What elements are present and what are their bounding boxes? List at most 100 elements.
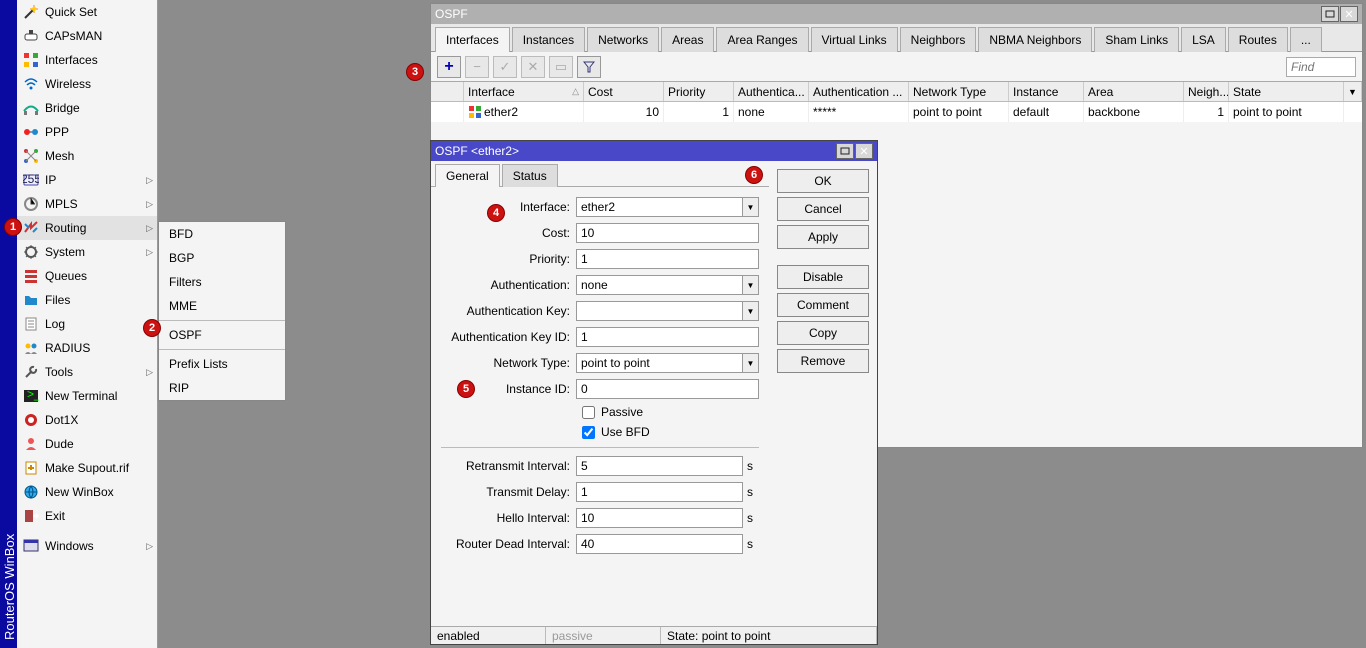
sidebar-item-system[interactable]: System▷: [17, 240, 157, 264]
cost-field[interactable]: [576, 223, 759, 243]
dialog-titlebar[interactable]: OSPF <ether2> ✕: [431, 141, 877, 161]
minimize-button[interactable]: [836, 143, 854, 159]
sidebar-item-routing[interactable]: Routing▷: [17, 216, 157, 240]
nettype-dropdown[interactable]: ▼: [743, 353, 759, 373]
sidebar-item-queues[interactable]: Queues: [17, 264, 157, 288]
submenu-item-bgp[interactable]: BGP: [159, 246, 285, 270]
priority-field[interactable]: [576, 249, 759, 269]
table-row[interactable]: ether2 10 1 none ***** point to point de…: [431, 102, 1362, 122]
authkey-field[interactable]: [576, 301, 743, 321]
comment-button[interactable]: ▭: [549, 56, 573, 78]
comment-button[interactable]: Comment: [777, 293, 869, 317]
tab-networks[interactable]: Networks: [587, 27, 659, 52]
dead-field[interactable]: [576, 534, 743, 554]
interface-dropdown[interactable]: ▼: [743, 197, 759, 217]
sidebar-item-windows[interactable]: Windows ▷: [17, 534, 157, 558]
tab-neighbors[interactable]: Neighbors: [900, 27, 977, 52]
grid-header[interactable]: Interface △CostPriorityAuthentica...Auth…: [431, 82, 1362, 102]
tab-routes[interactable]: Routes: [1228, 27, 1288, 52]
tab-areas[interactable]: Areas: [661, 27, 714, 52]
disable-button[interactable]: Disable: [777, 265, 869, 289]
sidebar-item-ip[interactable]: 255IP▷: [17, 168, 157, 192]
cap-icon: [23, 28, 39, 44]
interface-field[interactable]: [576, 197, 743, 217]
sidebar-item-new-terminal[interactable]: >_New Terminal: [17, 384, 157, 408]
authkey-dropdown[interactable]: ▼: [743, 301, 759, 321]
sidebar-item-dude[interactable]: Dude: [17, 432, 157, 456]
copy-button[interactable]: Copy: [777, 321, 869, 345]
sidebar-label: RADIUS: [45, 341, 90, 355]
hello-field[interactable]: [576, 508, 743, 528]
col-authentication-[interactable]: Authentication ...: [809, 82, 909, 101]
sidebar-item-log[interactable]: Log: [17, 312, 157, 336]
cancel-button[interactable]: Cancel: [777, 197, 869, 221]
tab-area-ranges[interactable]: Area Ranges: [716, 27, 808, 52]
sidebar-item-radius[interactable]: RADIUS: [17, 336, 157, 360]
transdelay-field[interactable]: [576, 482, 743, 502]
find-input[interactable]: [1286, 57, 1356, 77]
tab-sham-links[interactable]: Sham Links: [1094, 27, 1179, 52]
passive-checkbox[interactable]: [582, 406, 595, 419]
add-button[interactable]: +: [437, 56, 461, 78]
col-interface[interactable]: Interface △: [464, 82, 584, 101]
ok-button[interactable]: OK: [777, 169, 869, 193]
filter-button[interactable]: [577, 56, 601, 78]
sidebar-item-make-supout-rif[interactable]: Make Supout.rif: [17, 456, 157, 480]
col-network-type[interactable]: Network Type: [909, 82, 1009, 101]
submenu-item-prefix-lists[interactable]: Prefix Lists: [159, 352, 285, 376]
sidebar-item-bridge[interactable]: Bridge: [17, 96, 157, 120]
tab-interfaces[interactable]: Interfaces: [435, 27, 510, 52]
col-priority[interactable]: Priority: [664, 82, 734, 101]
col-cost[interactable]: Cost: [584, 82, 664, 101]
nettype-field[interactable]: [576, 353, 743, 373]
apply-button[interactable]: Apply: [777, 225, 869, 249]
sidebar-item-quick-set[interactable]: Quick Set: [17, 0, 157, 24]
submenu-item-bfd[interactable]: BFD: [159, 222, 285, 246]
col-state[interactable]: State: [1229, 82, 1344, 101]
submenu-item-rip[interactable]: RIP: [159, 376, 285, 400]
col-instance[interactable]: Instance: [1009, 82, 1084, 101]
close-button[interactable]: ✕: [855, 143, 873, 159]
enable-button[interactable]: ✓: [493, 56, 517, 78]
dialog-tab-status[interactable]: Status: [502, 164, 558, 187]
close-button[interactable]: ✕: [1340, 6, 1358, 22]
tab-nbma-neighbors[interactable]: NBMA Neighbors: [978, 27, 1092, 52]
sidebar-item-dot1x[interactable]: Dot1X: [17, 408, 157, 432]
col-area[interactable]: Area: [1084, 82, 1184, 101]
usebfd-checkbox[interactable]: [582, 426, 595, 439]
sidebar-item-files[interactable]: Files: [17, 288, 157, 312]
tab-lsa[interactable]: LSA: [1181, 27, 1226, 52]
submenu-item-mme[interactable]: MME: [159, 294, 285, 318]
sidebar-item-capsman[interactable]: CAPsMAN: [17, 24, 157, 48]
col-neigh-[interactable]: Neigh...: [1184, 82, 1229, 101]
sidebar-label: Dot1X: [45, 413, 78, 427]
col-menu[interactable]: ▼: [1344, 82, 1362, 101]
disable-button[interactable]: ✕: [521, 56, 545, 78]
instanceid-field[interactable]: [576, 379, 759, 399]
authkeyid-field[interactable]: [576, 327, 759, 347]
remove-button[interactable]: −: [465, 56, 489, 78]
retransmit-field[interactable]: [576, 456, 743, 476]
minimize-button[interactable]: [1321, 6, 1339, 22]
remove-button[interactable]: Remove: [777, 349, 869, 373]
tab--[interactable]: ...: [1290, 27, 1322, 52]
log-icon: [23, 316, 39, 332]
tab-virtual-links[interactable]: Virtual Links: [811, 27, 898, 52]
sidebar-item-wireless[interactable]: Wireless: [17, 72, 157, 96]
auth-field[interactable]: [576, 275, 743, 295]
submenu-item-filters[interactable]: Filters: [159, 270, 285, 294]
tab-instances[interactable]: Instances: [512, 27, 585, 52]
dialog-tab-general[interactable]: General: [435, 164, 500, 187]
auth-dropdown[interactable]: ▼: [743, 275, 759, 295]
sidebar-item-new-winbox[interactable]: New WinBox: [17, 480, 157, 504]
sidebar-label: Dude: [45, 437, 74, 451]
sidebar-item-ppp[interactable]: PPP: [17, 120, 157, 144]
sidebar-item-tools[interactable]: Tools▷: [17, 360, 157, 384]
sidebar-item-mpls[interactable]: MPLS▷: [17, 192, 157, 216]
ospf-titlebar[interactable]: OSPF ✕: [431, 4, 1362, 24]
sidebar-item-mesh[interactable]: Mesh: [17, 144, 157, 168]
col-authentica-[interactable]: Authentica...: [734, 82, 809, 101]
submenu-item-ospf[interactable]: OSPF: [159, 323, 285, 347]
sidebar-item-exit[interactable]: Exit: [17, 504, 157, 528]
sidebar-item-interfaces[interactable]: Interfaces: [17, 48, 157, 72]
